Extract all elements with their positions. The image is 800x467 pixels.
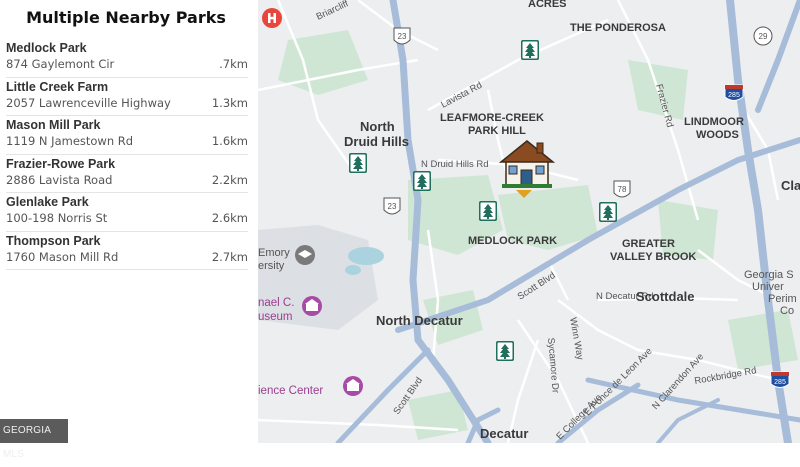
area-label: ersity <box>258 260 285 272</box>
area-label: Cla <box>781 178 800 193</box>
area-label: PARK HILL <box>468 125 526 137</box>
nearby-parks-panel: Multiple Nearby Parks Medlock Park 874 G… <box>0 0 258 443</box>
park-list-item[interactable]: Thompson Park 1760 Mason Mill Rd 2.7km <box>6 232 248 270</box>
park-name: Frazier-Rowe Park <box>6 156 116 171</box>
area-label: MEDLOCK PARK <box>468 235 557 247</box>
panel-title: Multiple Nearby Parks <box>26 8 226 27</box>
park-tree-icon[interactable] <box>599 202 617 222</box>
school-icon <box>295 245 315 265</box>
area-label: Univer <box>752 281 784 293</box>
svg-text:285: 285 <box>774 379 786 386</box>
area-label: GREATER <box>622 238 675 250</box>
area-label: LINDMOOR <box>684 116 744 128</box>
area-label: Georgia S <box>744 269 794 281</box>
area-label: Perim <box>768 293 797 305</box>
park-name: Medlock Park <box>6 41 87 55</box>
park-address: 874 Gaylemont Cir <box>6 57 115 71</box>
sr29-shield: 29 <box>753 26 773 46</box>
park-distance: 1.6km <box>211 134 248 148</box>
science-center-icon <box>343 376 363 396</box>
park-distance: 1.3km <box>211 95 248 110</box>
park-list-item[interactable]: Medlock Park 874 Gaylemont Cir .7km <box>6 39 248 78</box>
museum-icon <box>302 296 322 316</box>
park-tree-icon[interactable] <box>349 153 367 173</box>
park-distance: 2.2km <box>211 172 248 187</box>
park-name: Glenlake Park <box>6 195 89 209</box>
area-label: Druid Hills <box>344 134 409 149</box>
svg-text:78: 78 <box>618 185 627 194</box>
area-label: Scottdale <box>636 289 695 304</box>
svg-text:23: 23 <box>388 202 397 211</box>
park-name: Little Creek Farm <box>6 79 109 94</box>
area-label: ACRES <box>528 0 567 10</box>
area-label: VALLEY BROOK <box>610 251 696 263</box>
park-name: Mason Mill Park <box>6 118 101 132</box>
park-tree-icon[interactable] <box>479 201 497 221</box>
us78-shield: 78 <box>613 180 631 198</box>
park-address: 1760 Mason Mill Rd <box>6 249 119 264</box>
park-list: Medlock Park 874 Gaylemont Cir .7km Littl… <box>6 39 248 270</box>
park-list-item[interactable]: Glenlake Park 100-198 Norris St 2.6km <box>6 193 248 232</box>
hospital-icon[interactable] <box>262 8 282 28</box>
park-address: 2886 Lavista Road <box>6 172 113 187</box>
park-address: 2057 Lawrenceville Highway <box>6 95 171 110</box>
park-distance: 2.7km <box>211 249 248 264</box>
area-label: Decatur <box>480 426 528 441</box>
park-tree-icon[interactable] <box>521 40 539 60</box>
area-label: WOODS <box>696 129 739 141</box>
us23-shield-top: 23 <box>393 27 411 45</box>
park-address: 1119 N Jamestown Rd <box>6 134 134 148</box>
area-label: LEAFMORE-CREEK <box>440 112 544 124</box>
area-label: ience Center <box>258 385 323 397</box>
park-distance: 2.6km <box>211 211 248 225</box>
svg-text:285: 285 <box>728 92 740 99</box>
svg-text:23: 23 <box>398 32 407 41</box>
area-label: THE PONDEROSA <box>570 22 666 34</box>
park-tree-icon[interactable] <box>496 341 514 361</box>
i285-shield-bottom: 285 <box>770 371 790 388</box>
park-distance: .7km <box>219 57 248 71</box>
us23-shield-mid: 23 <box>383 197 401 215</box>
road-label: N Druid Hills Rd <box>421 159 489 170</box>
area-label: nael C. <box>258 297 294 309</box>
park-name: Thompson Park <box>6 233 101 248</box>
area-label: useum <box>258 311 293 323</box>
park-list-item[interactable]: Mason Mill Park 1119 N Jamestown Rd 1.6km <box>6 116 248 155</box>
park-list-item[interactable]: Frazier-Rowe Park 2886 Lavista Road 2.2km <box>6 155 248 193</box>
park-address: 100-198 Norris St <box>6 211 108 225</box>
svg-text:29: 29 <box>759 32 768 41</box>
area-label: Emory <box>258 247 290 259</box>
area-label: Co <box>780 305 794 317</box>
i285-shield-top: 285 <box>724 84 744 101</box>
park-list-item[interactable]: Little Creek Farm 2057 Lawrenceville Hig… <box>6 78 248 116</box>
map-view[interactable]: 23 23 78 285 285 29 Briarcliff Lavista R… <box>258 0 800 443</box>
georgia-mls-logo: GEORGIA MLS <box>0 419 68 460</box>
area-label: North Decatur <box>376 313 463 328</box>
park-tree-icon[interactable] <box>413 171 431 191</box>
area-label: North <box>360 119 395 134</box>
